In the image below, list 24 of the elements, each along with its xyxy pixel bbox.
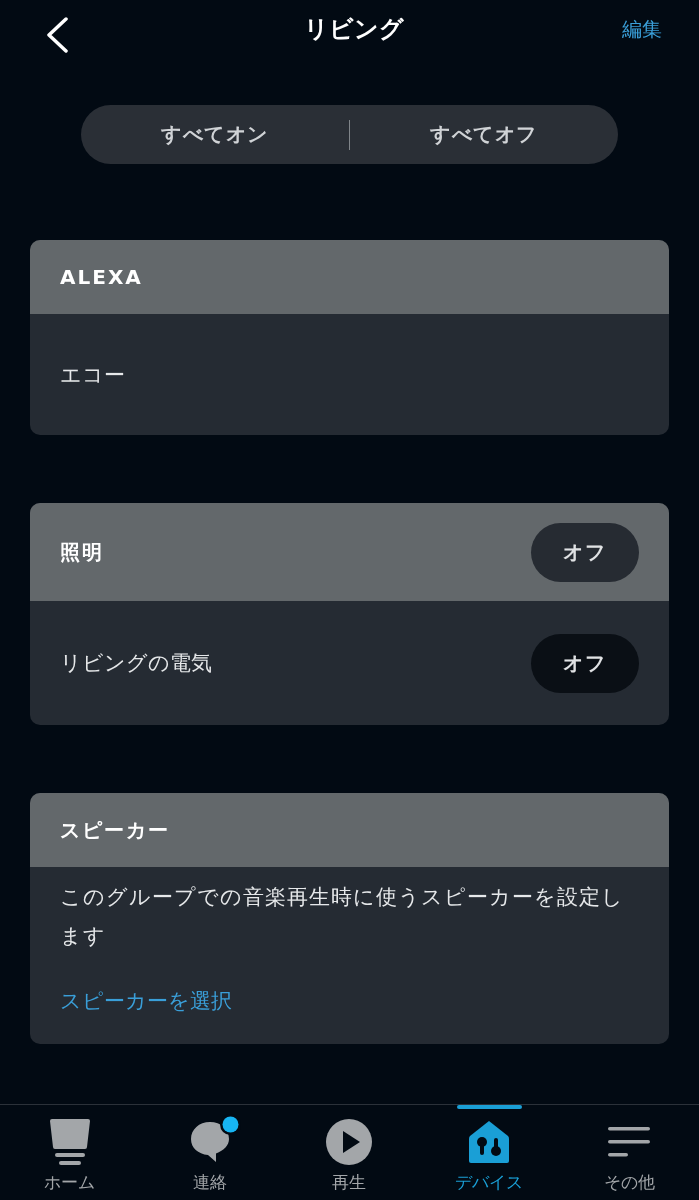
back-icon[interactable]	[45, 17, 69, 53]
section-title: ALEXA	[60, 265, 143, 289]
section-description: このグループでの音楽再生時に使うスピーカーを設定します	[60, 884, 625, 950]
chat-bubble-icon	[190, 1122, 229, 1162]
play-icon	[326, 1119, 373, 1165]
section-title: スピーカー	[60, 816, 170, 844]
edit-button[interactable]: 編集	[622, 15, 662, 43]
nav-tab[interactable]: 再生	[279, 1105, 420, 1200]
display-icon	[48, 1119, 91, 1165]
section-title: 照明	[60, 539, 104, 566]
menu-icon	[608, 1127, 651, 1157]
device-name: エコー	[60, 361, 125, 389]
speaker-link[interactable]: スピーカーを選択	[60, 986, 232, 1016]
nav-tab[interactable]: 連絡	[139, 1105, 280, 1200]
bulk-toggle-button[interactable]: すべてオン	[81, 105, 349, 164]
nav-tab[interactable]: ホーム	[0, 1105, 140, 1200]
device-name: リビングの電気	[60, 650, 212, 677]
off-button[interactable]: オフ	[531, 633, 639, 693]
off-button[interactable]: オフ	[531, 523, 639, 582]
house-icon	[469, 1121, 510, 1163]
nav-tab[interactable]: その他	[559, 1105, 699, 1200]
bulk-toggle-button[interactable]: すべてオフ	[350, 105, 618, 164]
page-title: リビング	[303, 14, 404, 45]
nav-tab[interactable]: デバイス	[419, 1105, 560, 1200]
